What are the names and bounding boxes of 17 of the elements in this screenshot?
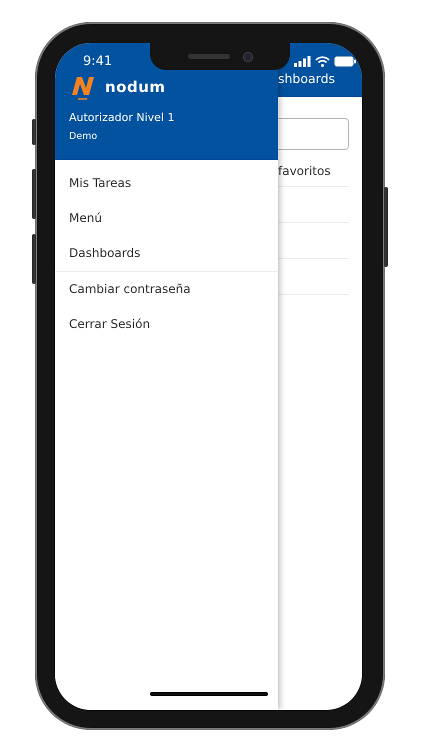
menu-item[interactable]: Cerrar Sesión [55, 307, 278, 342]
wifi-icon [315, 56, 330, 67]
section-label: favoritos [278, 164, 349, 187]
status-time: 9:41 [83, 54, 112, 70]
company-name: Demo [69, 131, 98, 142]
camera [244, 52, 252, 60]
menu-item[interactable]: Menú [55, 201, 278, 236]
brand-name: nodum [105, 78, 166, 96]
battery-icon [334, 56, 356, 67]
menu-item[interactable]: Mis Tareas [55, 166, 278, 201]
user-role: Autorizador Nivel 1 [69, 111, 176, 124]
menu-item[interactable]: Cambiar contraseña [55, 272, 278, 307]
search-field[interactable] [278, 118, 349, 150]
menu-item[interactable]: Dashboards [55, 236, 278, 271]
speaker [188, 54, 230, 59]
page-title: shboards [278, 71, 336, 86]
signal-icon [294, 56, 311, 67]
